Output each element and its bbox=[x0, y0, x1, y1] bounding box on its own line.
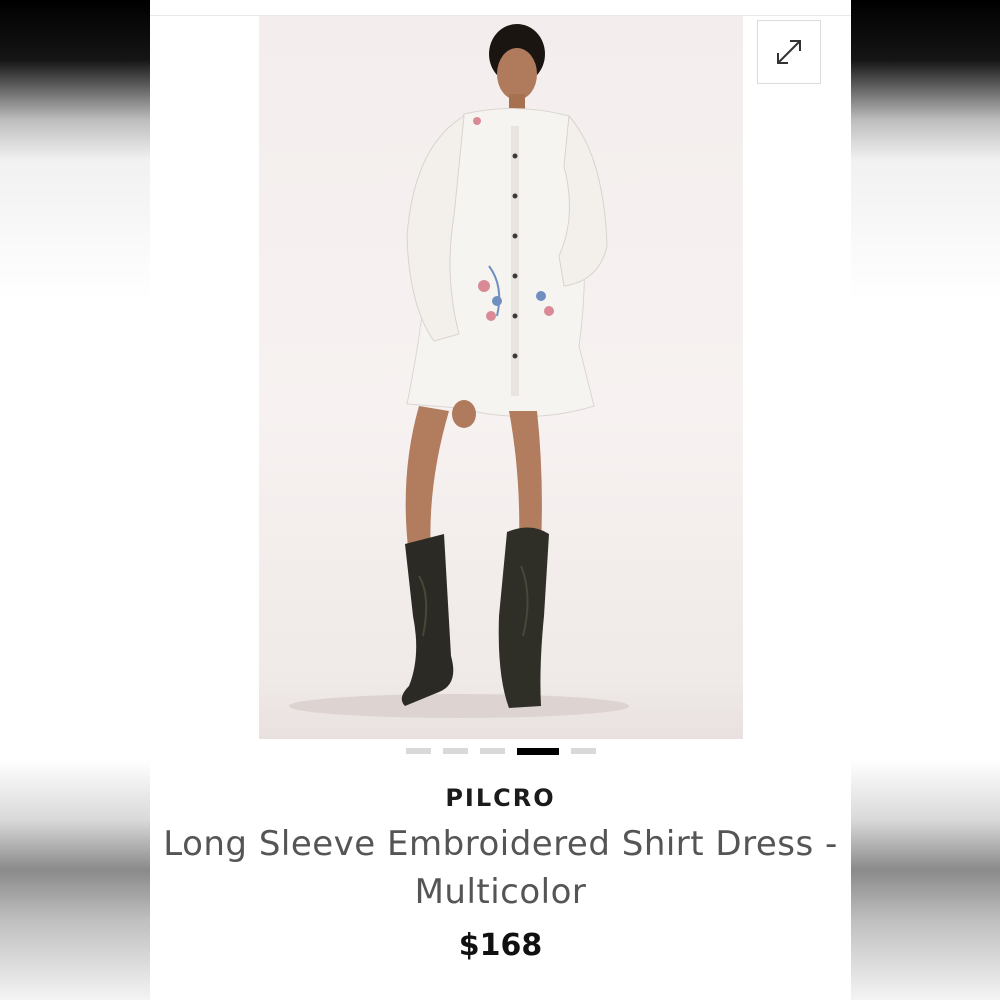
model-photo-illustration bbox=[289, 24, 629, 718]
gallery-dot-5[interactable] bbox=[571, 748, 596, 754]
gallery-dot-2[interactable] bbox=[443, 748, 468, 754]
product-image[interactable] bbox=[259, 16, 743, 739]
expand-image-button[interactable] bbox=[757, 20, 821, 84]
gallery-dot-1[interactable] bbox=[406, 748, 431, 754]
expand-arrows-icon bbox=[777, 40, 801, 64]
gallery-pagination bbox=[406, 747, 596, 755]
product-panel: PILCRO Long Sleeve Embroidered Shirt Dre… bbox=[150, 0, 851, 1000]
product-brand[interactable]: PILCRO bbox=[150, 784, 851, 812]
product-title: Long Sleeve Embroidered Shirt Dress - Mu… bbox=[163, 824, 838, 912]
gallery-dot-4-active[interactable] bbox=[517, 747, 559, 755]
blurred-backdrop-left bbox=[0, 0, 150, 1000]
blurred-backdrop-right bbox=[851, 0, 1000, 1000]
gallery-dot-3[interactable] bbox=[480, 748, 505, 754]
product-price: $168 bbox=[458, 928, 543, 963]
